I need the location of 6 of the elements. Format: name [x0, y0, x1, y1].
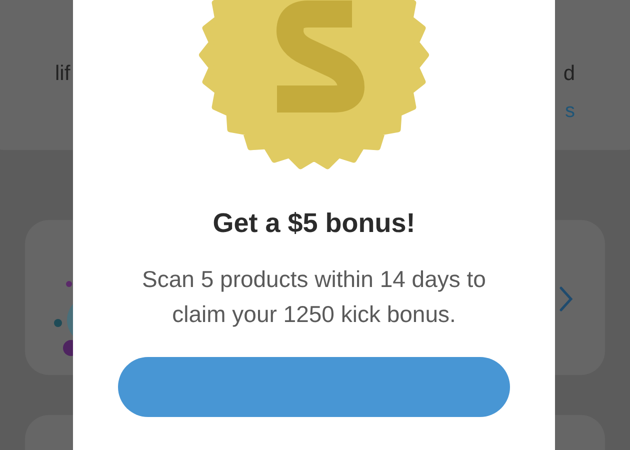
card-text: d: [563, 61, 575, 87]
dialog-message: Scan 5 products within 14 days to claim your 1250 kick bonus.: [141, 264, 487, 329]
card-link[interactable]: s: [565, 96, 575, 126]
dialog-title: Get a $5 bonus!: [212, 207, 416, 240]
chevron-right-icon[interactable]: [559, 286, 573, 312]
card-text: lif: [55, 61, 70, 87]
